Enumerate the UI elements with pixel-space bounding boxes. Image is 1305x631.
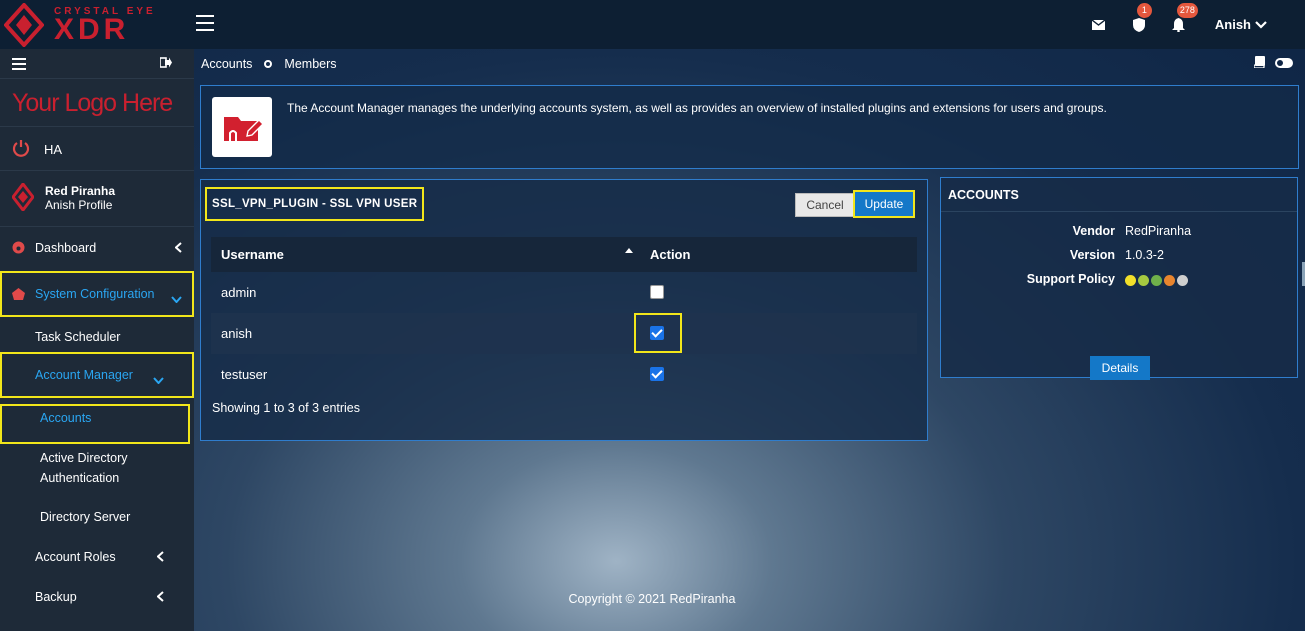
plugin-title: SSL_VPN_PLUGIN - SSL VPN USER [205,187,425,221]
sign-out-icon[interactable] [159,56,172,71]
support-level-dot [1164,275,1175,286]
logo-text: Your Logo Here [12,89,173,117]
plugin-members-card: SSL_VPN_PLUGIN - SSL VPN USER Cancel Upd… [200,179,928,441]
table-row: admin [211,272,917,313]
support-level-dot [1138,275,1149,286]
page-tools [1253,56,1293,71]
red-piranha-icon [12,183,34,211]
support-level-dot [1125,275,1136,286]
dashboard-icon [12,241,25,257]
sidebar-item-backup[interactable]: Backup [0,580,194,614]
task-scheduler-label: Task Scheduler [35,330,121,344]
top-right-tools: 1 278 Anish [1089,0,1305,49]
main-content: Accounts Members The Account Manager man… [194,49,1305,631]
member-checkbox[interactable] [650,285,664,299]
notification-badge: 278 [1176,2,1198,18]
menu-icon[interactable] [12,58,26,73]
directory-server-label: Directory Server [40,510,131,524]
username-cell: admin [221,285,257,300]
account-manager-app-icon [212,97,272,157]
chevron-left-icon [156,549,164,565]
member-checkbox[interactable] [650,326,664,340]
backup-label: Backup [35,590,77,604]
table-header: Username Action [211,237,917,272]
breadcrumb-accounts[interactable]: Accounts [201,57,252,71]
username-cell: testuser [221,367,268,382]
top-bar: CRYSTAL EYE XDR 1 278 Anish [0,0,1305,49]
accounts-card-title: ACCOUNTS [948,188,1019,202]
authentication-label: Authentication [40,471,120,485]
profile-block[interactable]: Red Piranha Anish Profile [0,171,194,227]
sidebar-item-active-directory[interactable]: Active Directory Authentication [0,445,194,489]
breadcrumb-separator-icon [264,60,273,68]
sidebar: Your Logo Here HA Red Piranha Anish Prof… [0,49,194,631]
shield-alert-icon[interactable]: 1 [1129,2,1152,35]
footer-copyright: Copyright © 2021 RedPiranha [568,592,736,606]
sort-ascending-icon[interactable] [625,248,633,253]
table-info: Showing 1 to 3 of 3 entries [212,401,361,415]
cancel-button[interactable]: Cancel [795,193,855,217]
chevron-down-icon [1255,20,1267,29]
book-icon[interactable] [1253,56,1265,71]
divider [941,211,1297,212]
brand: CRYSTAL EYE XDR [0,0,194,49]
version-label: Version [1069,248,1115,262]
envelope-icon[interactable] [1089,15,1109,35]
update-button[interactable]: Update [853,190,915,218]
table-row: anish [211,313,917,354]
member-checkbox[interactable] [650,367,664,381]
user-menu[interactable]: Anish [1215,17,1267,32]
profile-name: Red Piranha [45,184,116,198]
support-policy-label: Support Policy [1026,272,1115,286]
sidebar-item-directory-server[interactable]: Directory Server [0,500,194,534]
info-description: The Account Manager manages the underlyi… [287,101,1107,115]
sidebar-item-account-manager[interactable]: Account Manager [0,352,194,398]
system-configuration-label: System Configuration [35,287,155,301]
account-manager-label: Account Manager [35,368,133,382]
power-icon [12,139,30,162]
account-roles-label: Account Roles [35,550,116,564]
sidebar-toggle-icon[interactable] [196,15,214,31]
ha-label: HA [44,142,63,157]
support-policy-dots [1125,272,1188,286]
username-cell: anish [221,326,253,341]
sidebar-item-account-roles[interactable]: Account Roles [0,540,194,574]
chevron-down-icon [153,371,164,387]
sidebar-tools [0,49,194,79]
vendor-value: RedPiranha [1125,224,1192,238]
details-button[interactable]: Details [1090,356,1150,380]
info-card: The Account Manager manages the underlyi… [200,85,1299,169]
crystal-eye-logo-icon [4,3,44,47]
shield-badge: 1 [1136,2,1152,18]
company-logo: Your Logo Here [0,79,194,127]
breadcrumb: Accounts Members [201,57,337,71]
bell-icon[interactable]: 278 [1169,2,1198,35]
brand-name: XDR [54,13,130,46]
support-level-dot [1177,275,1188,286]
profile-subtitle: Anish Profile [45,198,113,212]
chevron-left-icon [174,240,182,256]
sidebar-item-ha[interactable]: HA [0,127,194,171]
user-name: Anish [1214,17,1251,32]
chevron-down-icon [171,290,182,306]
sidebar-item-task-scheduler[interactable]: Task Scheduler [0,320,194,354]
table-row: testuser [211,354,917,395]
action-column-header[interactable]: Action [650,247,690,262]
support-level-dot [1151,275,1162,286]
vendor-label: Vendor [1072,224,1115,238]
version-value: 1.0.3-2 [1125,248,1164,262]
active-directory-label: Active Directory [40,451,128,465]
breadcrumb-members[interactable]: Members [284,57,336,71]
dashboard-label: Dashboard [35,241,97,255]
system-configuration-icon [12,288,25,303]
sidebar-item-system-configuration[interactable]: System Configuration [0,271,194,317]
sidebar-item-accounts[interactable]: Accounts [0,404,190,444]
theme-toggle-icon[interactable] [1275,58,1293,68]
sidebar-item-dashboard[interactable]: Dashboard [0,231,194,265]
username-column-header[interactable]: Username [221,247,284,262]
accounts-label: Accounts [40,411,92,425]
accounts-info-card: ACCOUNTS Vendor RedPiranha Version 1.0.3… [940,177,1298,380]
members-table: Username Action admin anish testuser [211,237,917,395]
chevron-left-icon [156,589,164,605]
